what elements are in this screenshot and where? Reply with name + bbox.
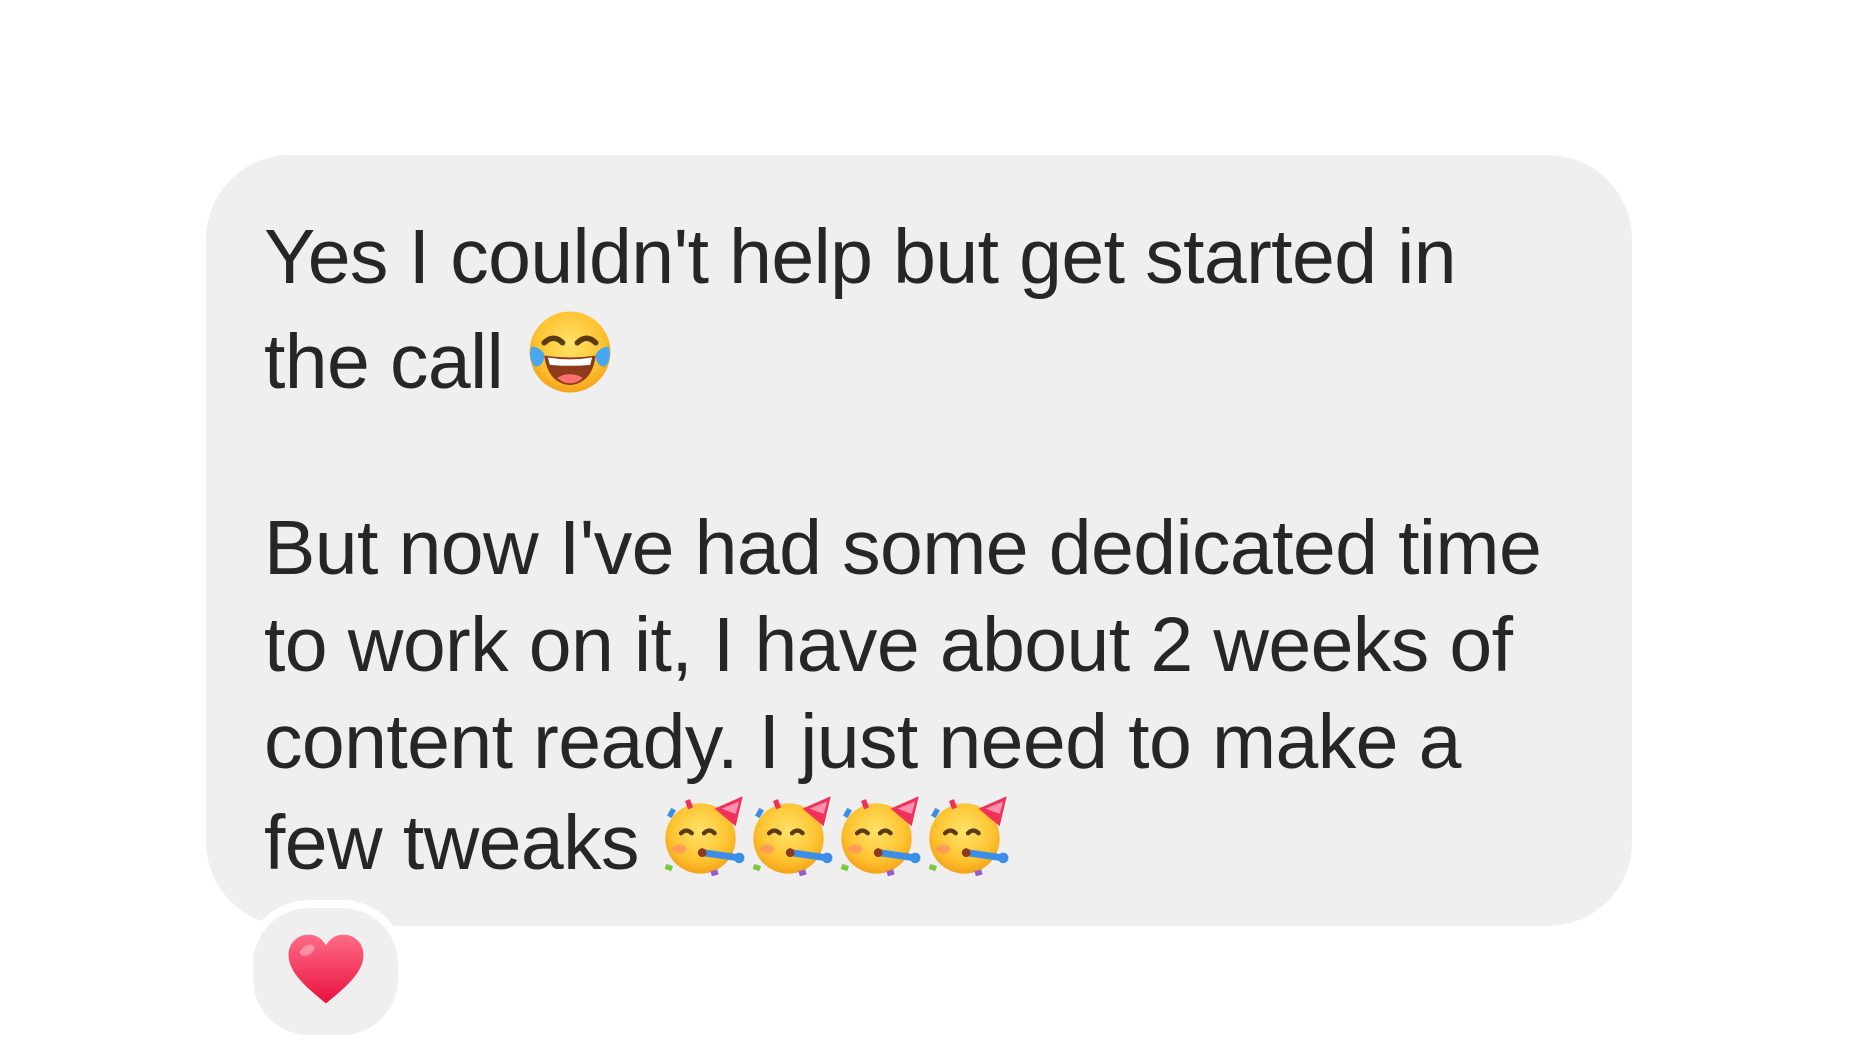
partying-face-icon bbox=[836, 791, 924, 879]
message-paragraph-2: But now I've had some dedicated time to … bbox=[264, 500, 1582, 888]
message-line-text: few tweaks bbox=[264, 800, 639, 886]
message-line-text: the call bbox=[264, 319, 504, 405]
reaction-badge[interactable] bbox=[245, 900, 406, 1043]
message-line: the call bbox=[264, 306, 1582, 405]
partying-face-icon bbox=[660, 791, 748, 879]
message-line: content ready. I just need to make a bbox=[264, 699, 1461, 785]
message-line: Yes I couldn't help but get started in bbox=[264, 214, 1457, 300]
partying-face-icon bbox=[748, 791, 836, 879]
message-line: to work on it, I have about 2 weeks of bbox=[264, 602, 1513, 688]
chat-view: Yes I couldn't help but get started in t… bbox=[0, 0, 1856, 1044]
message-bubble[interactable]: Yes I couldn't help but get started in t… bbox=[206, 155, 1632, 926]
message-paragraph-1: Yes I couldn't help but get started in t… bbox=[264, 209, 1582, 405]
partying-face-icon bbox=[924, 791, 1012, 879]
message-line: But now I've had some dedicated time bbox=[264, 505, 1542, 591]
red-heart-icon bbox=[287, 933, 365, 1010]
face-with-tears-of-joy-icon bbox=[524, 306, 616, 398]
message-line: few tweaks bbox=[264, 791, 1582, 888]
